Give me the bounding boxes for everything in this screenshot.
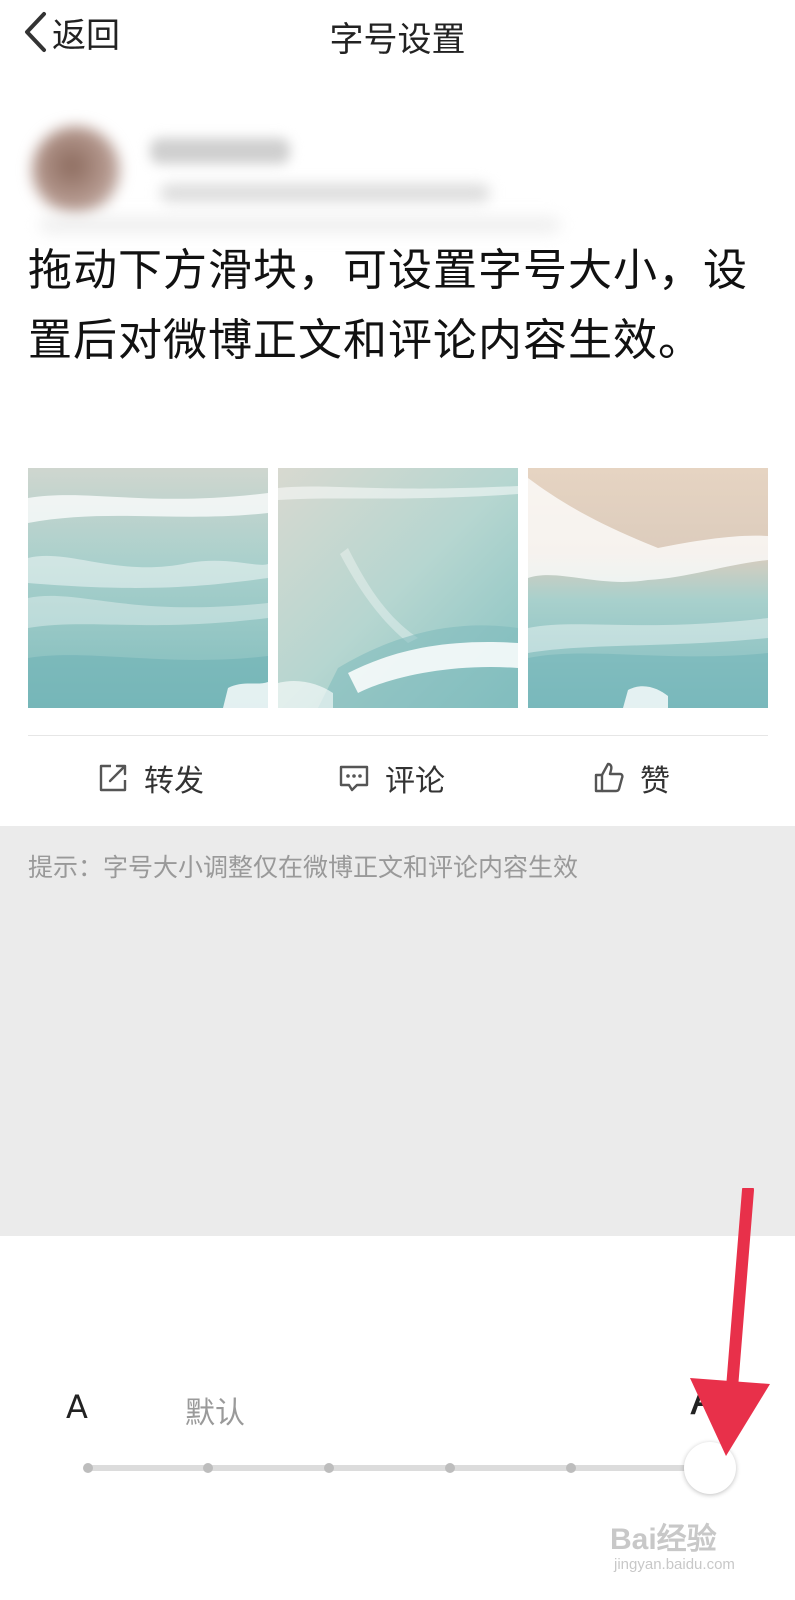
beach-aerial-photo-3[interactable] xyxy=(528,468,768,708)
watermark-logo-text: Bai经验 xyxy=(610,1523,717,1556)
default-size-label: 默认 xyxy=(185,1396,245,1431)
post-image-grid xyxy=(28,468,768,708)
tip-panel: 提示：字号大小调整仅在微博正文和评论内容生效 xyxy=(0,826,795,1236)
baidu-jingyan-watermark: Bai经验 jingyan.baidu.com xyxy=(610,1508,780,1588)
beach-aerial-photo-2[interactable] xyxy=(278,468,518,708)
like-label: 赞 xyxy=(640,764,670,799)
thumbs-up-icon xyxy=(594,762,624,793)
repost-label: 转发 xyxy=(144,764,204,799)
blurred-post-meta-line xyxy=(40,218,560,232)
repost-button[interactable]: 转发 xyxy=(96,750,204,806)
navigation-bar: 返回 字号设置 xyxy=(0,0,795,66)
tip-text: 提示：字号大小调整仅在微博正文和评论内容生效 xyxy=(28,853,579,882)
preview-post-card: 拖动下方滑块，可设置字号大小，设置后对微博正文和评论内容生效。 转发 评论 赞 xyxy=(0,66,795,826)
like-button[interactable]: 赞 xyxy=(592,750,670,806)
slider-track[interactable] xyxy=(88,1465,710,1471)
avatar xyxy=(32,126,120,214)
comment-icon xyxy=(339,765,369,792)
slider-tick[interactable] xyxy=(566,1463,576,1473)
annotation-arrow-icon xyxy=(690,1188,770,1456)
comment-button[interactable]: 评论 xyxy=(337,750,445,806)
slider-tick[interactable] xyxy=(83,1463,93,1473)
page-title: 字号设置 xyxy=(329,20,466,60)
post-body-text: 拖动下方滑块，可设置字号大小，设置后对微博正文和评论内容生效。 xyxy=(28,245,748,366)
beach-aerial-photo-1[interactable] xyxy=(28,468,268,708)
small-font-label: A xyxy=(66,1388,88,1426)
comment-label: 评论 xyxy=(385,764,445,799)
blurred-post-meta xyxy=(160,184,490,202)
divider xyxy=(28,735,768,736)
blurred-username xyxy=(150,138,290,164)
watermark-url: jingyan.baidu.com xyxy=(614,1556,735,1573)
slider-tick[interactable] xyxy=(445,1463,455,1473)
slider-tick[interactable] xyxy=(324,1463,334,1473)
share-icon xyxy=(99,764,127,792)
slider-tick[interactable] xyxy=(203,1463,213,1473)
